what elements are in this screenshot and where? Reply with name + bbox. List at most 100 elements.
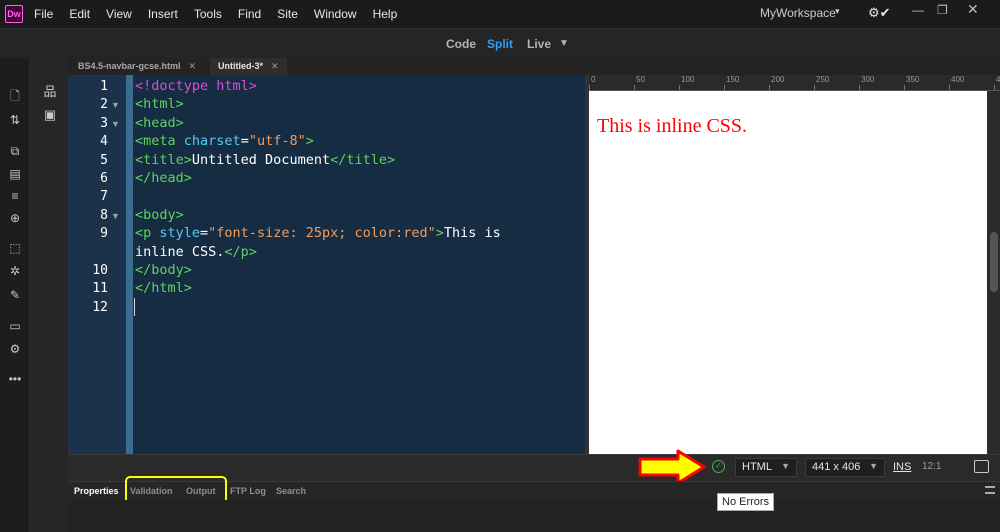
code-token: Untitled Document <box>191 151 331 168</box>
line-number: 9 <box>100 226 108 242</box>
file-transfer-icon[interactable]: ⇅ <box>6 112 24 128</box>
ruler-label: 400 <box>951 75 965 84</box>
code-line: <p style="font-size: 25px; color:red">Th… <box>135 225 501 241</box>
close-icon[interactable]: ✕ <box>967 1 979 18</box>
validate-icon[interactable]: ⚙ <box>6 341 24 357</box>
menu-site[interactable]: Site <box>277 7 298 21</box>
ruler-tick <box>904 85 905 90</box>
tab-bs45-navbar[interactable]: BS4.5-navbar-gcse.html ✕ <box>70 58 204 75</box>
code-line: <body> <box>135 207 184 223</box>
document-toolbar: Code Split Live ▼ <box>0 28 1000 58</box>
annotation-arrow-icon <box>638 449 706 485</box>
tab-ftp-log[interactable]: FTP Log <box>230 486 266 496</box>
fold-bar <box>126 75 133 454</box>
close-icon[interactable]: ✕ <box>271 61 279 71</box>
code-line: <html> <box>135 96 184 112</box>
scrollbar-thumb[interactable] <box>990 232 998 292</box>
chevron-down-icon: ▼ <box>869 461 878 471</box>
code-token: </html> <box>135 280 192 297</box>
tab-label: Untitled-3* <box>218 61 263 71</box>
window-size-select[interactable]: 441 x 406 ▼ <box>805 458 885 477</box>
code-token: <title> <box>135 151 192 168</box>
code-token: style <box>159 225 201 242</box>
ruler-tick <box>994 85 995 90</box>
menu-view[interactable]: View <box>106 7 132 21</box>
line-number: 12 <box>92 299 108 315</box>
code-editor[interactable] <box>133 75 585 454</box>
ruler-tick <box>859 85 860 90</box>
line-number: 4 <box>100 134 108 150</box>
split-view-button[interactable]: Split <box>487 37 513 51</box>
wand-icon[interactable]: ✲ <box>6 263 24 279</box>
comment-icon[interactable]: ▭ <box>6 318 24 334</box>
tab-label: BS4.5-navbar-gcse.html <box>78 61 181 71</box>
close-icon[interactable]: ✕ <box>189 61 197 71</box>
code-view-button[interactable]: Code <box>446 37 476 51</box>
gear-icon[interactable]: ⚙✔ <box>868 5 891 21</box>
live-view-button[interactable]: Live <box>527 37 551 51</box>
chevron-down-icon[interactable]: ▼ <box>559 38 569 49</box>
fold-arrow-icon[interactable]: ▼ <box>111 119 120 129</box>
code-token: charset <box>183 133 241 150</box>
menu-file[interactable]: File <box>34 7 53 21</box>
dom-tree-icon[interactable]: 品 <box>40 81 60 99</box>
tooltip: No Errors <box>717 493 775 511</box>
code-line: <!doctype html> <box>135 78 257 94</box>
chevron-down-icon[interactable]: ▾ <box>835 6 840 17</box>
document-icon[interactable]: ▤ <box>6 166 24 182</box>
menu-help[interactable]: Help <box>373 7 398 21</box>
tab-untitled-3[interactable]: Untitled-3* ✕ <box>210 58 287 75</box>
ruler-label: 250 <box>816 75 830 84</box>
horizontal-ruler: 0 50 100 150 200 250 300 350 400 45 <box>589 75 1000 91</box>
ruler-label: 100 <box>681 75 695 84</box>
open-file-icon[interactable]: 🗋 <box>6 88 24 104</box>
ruler-tick <box>679 85 680 90</box>
code-token: = <box>200 225 209 242</box>
select-icon[interactable]: ⬚ <box>6 240 24 256</box>
ruler-label: 350 <box>906 75 920 84</box>
ruler-label: 300 <box>861 75 875 84</box>
dreamweaver-logo: Dw <box>5 5 23 23</box>
check-circle-icon[interactable]: ✓ <box>712 460 725 473</box>
line-number: 11 <box>92 281 108 297</box>
more-icon[interactable]: ••• <box>6 371 24 387</box>
code-icon[interactable]: ⧉ <box>6 143 24 159</box>
insert-mode-toggle[interactable]: INS <box>893 461 911 473</box>
snippets-icon[interactable]: ▣ <box>40 107 60 125</box>
panel-menu-icon[interactable] <box>985 486 995 494</box>
tab-properties[interactable]: Properties <box>74 486 119 496</box>
text-cursor <box>134 298 135 316</box>
menu-find[interactable]: Find <box>238 7 261 21</box>
target-icon[interactable]: ⊕ <box>6 210 24 226</box>
ruler-label: 50 <box>636 75 645 84</box>
code-token: "utf-8" <box>248 133 306 150</box>
code-token: </title> <box>330 151 396 168</box>
minimize-icon[interactable]: — <box>912 3 924 17</box>
window-size-value: 441 x 406 <box>812 461 861 473</box>
code-token: <body> <box>135 206 184 223</box>
workspace-selector[interactable]: MyWorkspace <box>760 6 836 20</box>
menu-tools[interactable]: Tools <box>194 7 222 21</box>
menu-window[interactable]: Window <box>314 7 357 21</box>
menu-edit[interactable]: Edit <box>69 7 90 21</box>
restore-icon[interactable]: ❐ <box>937 3 948 17</box>
line-number: 10 <box>92 263 108 278</box>
code-token: > <box>305 133 314 150</box>
cursor-position: 12:1 <box>922 461 942 472</box>
brush-icon[interactable]: ✎ <box>6 287 24 303</box>
menu-bar: Dw File Edit View Insert Tools Find Site… <box>0 0 1000 28</box>
document-type-select[interactable]: HTML ▼ <box>735 458 797 477</box>
format-icon[interactable]: ≡ <box>6 188 24 204</box>
line-number: 2 <box>100 97 108 113</box>
tab-search[interactable]: Search <box>276 486 306 496</box>
ruler-tick <box>724 85 725 90</box>
code-token: </head> <box>135 170 192 186</box>
ruler-tick <box>949 85 950 90</box>
menu-insert[interactable]: Insert <box>148 7 178 21</box>
device-preview-icon[interactable] <box>974 460 989 473</box>
document-type-value: HTML <box>742 461 772 473</box>
live-preview[interactable]: This is inline CSS. <box>589 91 987 454</box>
fold-arrow-icon[interactable]: ▼ <box>111 211 120 221</box>
fold-arrow-icon[interactable]: ▼ <box>111 100 120 110</box>
code-token: <p <box>135 225 160 242</box>
